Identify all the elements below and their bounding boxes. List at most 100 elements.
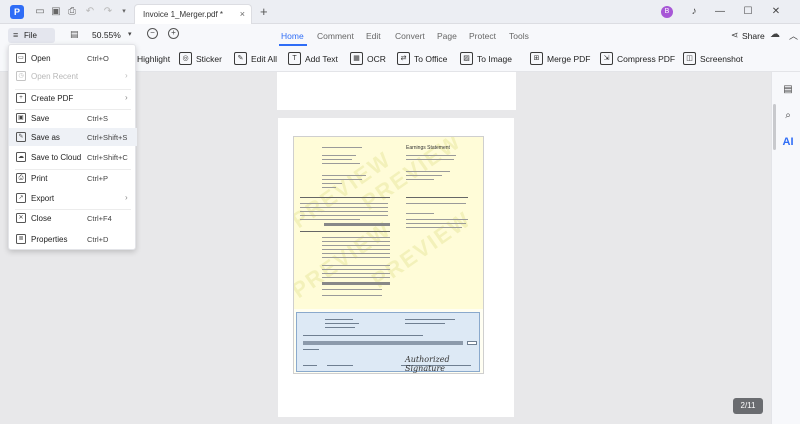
text-line	[325, 319, 353, 320]
chevron-up-icon[interactable]: ︿	[789, 29, 798, 42]
maximize-icon[interactable]: ☐	[740, 4, 756, 20]
dropdown-icon[interactable]: ▾	[118, 6, 130, 18]
create-pdf-icon: +	[16, 93, 26, 103]
close-icon[interactable]: ✕	[768, 4, 784, 20]
tab-comment[interactable]: Comment	[317, 31, 354, 41]
vertical-scrollbar[interactable]	[773, 104, 776, 150]
document-tab-title: Invoice 1_Merger.pdf *	[143, 10, 224, 19]
menu-item-properties[interactable]: ≣ Properties Ctrl+D	[9, 230, 137, 248]
menu-item-save-as[interactable]: ✎ Save as Ctrl+Shift+S	[9, 128, 137, 146]
file-menu-button[interactable]: ≡ File	[8, 28, 55, 43]
zoom-out-icon[interactable]: −	[147, 28, 158, 39]
text-line	[300, 207, 388, 209]
text-line	[322, 241, 390, 243]
tab-page[interactable]: Page	[437, 31, 457, 41]
text-line	[300, 211, 388, 213]
share-button[interactable]: Share	[742, 31, 765, 41]
menu-item-open[interactable]: ▭ Open Ctrl+O	[9, 49, 137, 67]
menu-item-close[interactable]: ✕ Close Ctrl+F4	[9, 209, 137, 227]
text-line	[322, 277, 390, 279]
chevron-down-icon[interactable]: ▾	[128, 30, 132, 38]
highlight-label: Highlight	[137, 54, 171, 64]
tab-document[interactable]: Invoice 1_Merger.pdf * ×	[134, 4, 252, 24]
text-line	[406, 179, 434, 181]
text-line	[322, 245, 390, 247]
cloud-icon: ☁	[16, 152, 26, 162]
text-line	[406, 223, 466, 225]
menu-item-shortcut: Ctrl+P	[87, 174, 109, 183]
compress-icon: ⇲	[600, 52, 613, 65]
signature: Authorized Signature	[405, 355, 450, 373]
table-header	[300, 197, 390, 199]
zoom-level[interactable]: 50.55%	[92, 30, 121, 40]
share-icon[interactable]: ⋖	[731, 30, 739, 41]
text-line	[405, 319, 455, 320]
menu-item-export[interactable]: ↗ Export ›	[9, 189, 137, 207]
menu-item-open-recent[interactable]: ◷ Open Recent ›	[9, 67, 137, 85]
save-icon: ▣	[16, 113, 26, 123]
total-row	[324, 223, 390, 226]
title-bar: P ▭ ▣ ⎙ ↶ ↷ ▾ Invoice 1_Merger.pdf * × +…	[0, 0, 800, 24]
export-icon: ↗	[16, 193, 26, 203]
text-line	[303, 349, 319, 350]
text-line	[322, 289, 382, 291]
add-tab-icon[interactable]: +	[260, 4, 268, 19]
menu-item-print[interactable]: ⎙ Print Ctrl+P	[9, 169, 137, 187]
folder-icon: ▭	[16, 53, 26, 63]
merge-pdf-label: Merge PDF	[547, 54, 591, 64]
text-line	[406, 155, 456, 157]
to-office-icon: ⇄	[397, 52, 410, 65]
table-header	[406, 197, 468, 199]
previous-page	[277, 72, 516, 110]
redo-icon[interactable]: ↷	[102, 6, 114, 18]
add-text-icon: T	[288, 52, 301, 65]
menu-item-save-to-cloud[interactable]: ☁ Save to Cloud Ctrl+Shift+C	[9, 148, 137, 166]
undo-icon[interactable]: ↶	[84, 6, 96, 18]
bell-icon[interactable]: ♪	[686, 4, 702, 20]
text-line	[322, 249, 390, 251]
tab-protect[interactable]: Protect	[469, 31, 496, 41]
menu-item-save[interactable]: ▣ Save Ctrl+S	[9, 109, 137, 127]
text-line	[322, 175, 366, 177]
print-icon[interactable]: ⎙	[66, 6, 78, 18]
net-pay-row	[322, 282, 390, 285]
save-icon[interactable]: ▣	[50, 6, 62, 18]
check-stub: Authorized Signature	[296, 312, 480, 373]
cloud-upload-icon[interactable]: ☁	[770, 29, 780, 40]
save-as-icon: ✎	[16, 132, 26, 142]
close-tab-icon[interactable]: ×	[240, 9, 245, 19]
tab-edit[interactable]: Edit	[366, 31, 381, 41]
text-line	[322, 269, 390, 271]
sidebar-icon[interactable]: ▭	[34, 6, 46, 18]
ocr-label: OCR	[367, 54, 386, 64]
menu-item-shortcut: Ctrl+Shift+S	[87, 133, 128, 142]
tab-tools[interactable]: Tools	[509, 31, 529, 41]
text-line	[322, 273, 390, 275]
ai-assistant-icon[interactable]: AI	[782, 136, 794, 148]
minimize-icon[interactable]: —	[712, 4, 728, 20]
search-icon[interactable]: ⌕	[782, 110, 794, 122]
menu-item-label: Save as	[31, 133, 60, 142]
menu-item-label: Create PDF	[31, 94, 74, 103]
panel-icon[interactable]: ▤	[782, 84, 794, 96]
text-line	[322, 147, 362, 149]
chevron-right-icon: ›	[125, 93, 128, 102]
to-office-label: To Office	[414, 54, 448, 64]
page-fit-icon[interactable]: ▤	[70, 29, 79, 40]
menu-item-shortcut: Ctrl+D	[87, 235, 109, 244]
hamburger-icon: ≡	[13, 30, 19, 40]
edit-all-label: Edit All	[251, 54, 277, 64]
text-line	[406, 171, 450, 173]
tab-home[interactable]: Home	[281, 31, 304, 41]
menu-item-create-pdf[interactable]: + Create PDF ›	[9, 89, 137, 107]
tab-convert[interactable]: Convert	[395, 31, 425, 41]
text-line	[300, 203, 388, 205]
menu-item-label: Export	[31, 194, 55, 203]
chevron-right-icon: ›	[125, 193, 128, 202]
chevron-right-icon: ›	[125, 71, 128, 80]
avatar[interactable]: B	[661, 6, 673, 18]
app-logo[interactable]: P	[10, 5, 24, 19]
merge-icon: ⊞	[530, 52, 543, 65]
to-image-label: To Image	[477, 54, 512, 64]
zoom-in-icon[interactable]: +	[168, 28, 179, 39]
